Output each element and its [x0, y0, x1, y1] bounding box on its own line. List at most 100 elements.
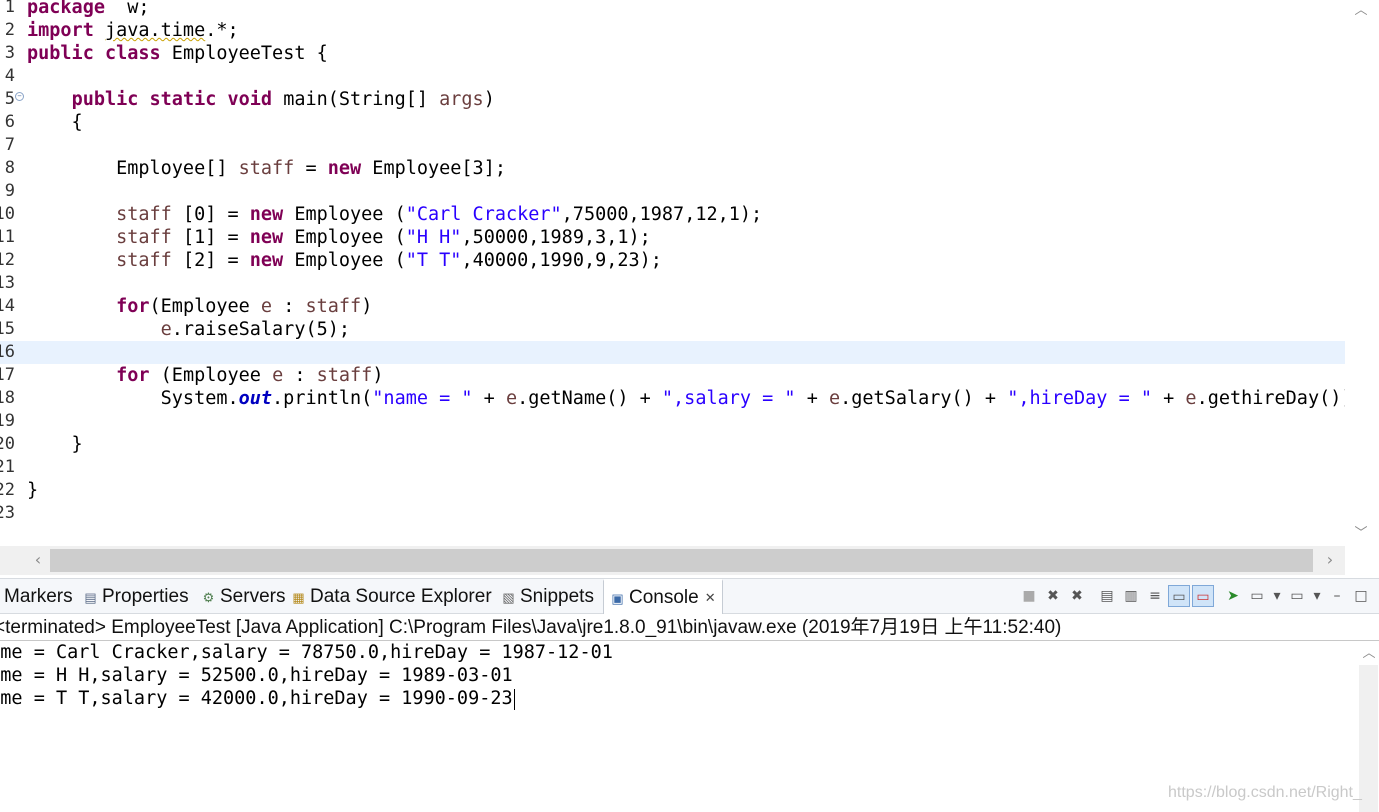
- keyword-token: import: [27, 20, 94, 41]
- tab-properties[interactable]: ▤ Properties: [83, 579, 188, 615]
- code-token: (Employee: [149, 296, 261, 317]
- code-line[interactable]: 10 staff [0] = new Employee ("Carl Crack…: [0, 203, 1345, 226]
- properties-icon: ▤: [84, 589, 97, 605]
- code-text: public static void main(String[] args): [27, 88, 495, 111]
- tab-servers[interactable]: ⚙ Servers: [201, 579, 286, 615]
- code-token: {: [27, 112, 83, 133]
- scroll-up-arrow-icon[interactable]: ︿: [1361, 646, 1377, 662]
- keyword-token: package: [27, 0, 105, 18]
- variable-token: e: [272, 365, 284, 386]
- variable-token: e: [828, 388, 841, 409]
- keyword-token: new: [327, 158, 362, 179]
- code-line[interactable]: 12 staff [2] = new Employee ("T T",40000…: [0, 249, 1345, 272]
- editor-horizontal-scrollbar[interactable]: ‹ ›: [0, 546, 1345, 575]
- minimize-icon[interactable]: –: [1326, 585, 1348, 607]
- code-line[interactable]: 8 Employee[] staff = new Employee[3];: [0, 157, 1345, 180]
- code-line[interactable]: 2 import java.time.*;: [0, 19, 1345, 42]
- show-on-stdout-icon[interactable]: ▭: [1168, 585, 1190, 607]
- close-icon[interactable]: ✕: [705, 590, 716, 606]
- code-line[interactable]: 4: [0, 65, 1345, 88]
- code-token: ): [361, 296, 373, 317]
- code-editor[interactable]: 1 package w; 2 import java.time.*; 3 public c…: [0, 0, 1379, 546]
- code-token: ,75000,1987,12,1);: [561, 204, 763, 225]
- code-text: {: [27, 111, 83, 134]
- code-line[interactable]: 9: [0, 180, 1345, 203]
- tab-data-source-explorer[interactable]: ▦ Data Source Explorer: [291, 579, 491, 615]
- remove-launch-icon[interactable]: ✖: [1042, 585, 1064, 607]
- display-selected-console-dropdown-icon[interactable]: ▾: [1270, 585, 1284, 607]
- open-console-dropdown-icon[interactable]: ▾: [1310, 585, 1324, 607]
- maximize-icon[interactable]: □: [1350, 585, 1372, 607]
- code-token: ): [483, 89, 495, 110]
- code-line[interactable]: 16: [0, 341, 1345, 364]
- keyword-token: new: [249, 204, 284, 225]
- display-selected-console-icon[interactable]: ▭: [1246, 585, 1268, 607]
- keyword-token: new: [249, 227, 284, 248]
- clear-console-icon[interactable]: ▤: [1096, 585, 1118, 607]
- terminate-icon[interactable]: ■: [1018, 585, 1040, 607]
- scroll-right-arrow-icon[interactable]: ›: [1322, 552, 1338, 568]
- console-output[interactable]: name = Carl Cracker,salary = 78750.0,hir…: [0, 641, 1358, 812]
- scroll-up-arrow-icon[interactable]: ︿: [1353, 3, 1369, 19]
- code-line[interactable]: 3 public class EmployeeTest {: [0, 42, 1345, 65]
- remove-all-terminated-icon[interactable]: ✖: [1066, 585, 1088, 607]
- code-line[interactable]: 14 for(Employee e : staff): [0, 295, 1345, 318]
- keyword-token: public: [71, 89, 139, 110]
- code-line[interactable]: 21: [0, 456, 1345, 479]
- tab-markers[interactable]: Markers: [0, 579, 73, 615]
- watermark: https://blog.csdn.net/Right_: [1168, 784, 1362, 801]
- pin-console-icon[interactable]: ➤: [1222, 585, 1244, 607]
- code-line[interactable]: 5− public static void main(String[] args…: [0, 88, 1345, 111]
- variable-token: staff: [116, 250, 172, 271]
- code-text: }: [27, 433, 83, 456]
- line-number: 4: [4, 66, 15, 86]
- code-line[interactable]: 18 System.out.println("name = " + e.getN…: [0, 387, 1364, 410]
- tab-label: Snippets: [520, 586, 594, 607]
- code-line[interactable]: 17 for (Employee e : staff): [0, 364, 1345, 387]
- tab-console[interactable]: ▣ Console ✕: [603, 579, 723, 615]
- code-line[interactable]: 20 }: [0, 433, 1345, 456]
- code-line[interactable]: 6 {: [0, 111, 1345, 134]
- code-line[interactable]: 19: [0, 410, 1345, 433]
- code-token: Employee[3];: [361, 158, 506, 179]
- code-line[interactable]: 22}: [0, 479, 1345, 502]
- code-token: ,40000,1990,9,23);: [461, 250, 662, 271]
- fold-toggle-icon[interactable]: −: [15, 92, 24, 101]
- code-token: EmployeeTest {: [160, 43, 328, 64]
- line-number: 12: [0, 250, 15, 270]
- code-text: package w;: [27, 0, 150, 19]
- line-number: 18: [0, 388, 15, 408]
- code-line[interactable]: 11 staff [1] = new Employee ("H H",50000…: [0, 226, 1345, 249]
- open-console-icon[interactable]: ▭: [1286, 585, 1308, 607]
- code-line[interactable]: 1 package w;: [0, 0, 1345, 19]
- code-token: java.time: [104, 20, 206, 41]
- horizontal-scroll-thumb[interactable]: [50, 549, 1313, 572]
- scroll-down-arrow-icon[interactable]: ﹀: [1353, 526, 1369, 542]
- show-on-stderr-icon[interactable]: ▭: [1192, 585, 1214, 607]
- code-token: .getSalary() +: [840, 388, 1008, 409]
- code-token: .println(: [272, 388, 373, 409]
- code-text: }: [27, 479, 38, 502]
- keyword-token: new: [249, 250, 284, 271]
- code-line[interactable]: 15 e.raiseSalary(5);: [0, 318, 1345, 341]
- keyword-token: void: [227, 89, 273, 110]
- code-line[interactable]: 23: [0, 502, 1345, 525]
- scroll-lock-icon[interactable]: ▥: [1120, 585, 1142, 607]
- code-token: .getName() +: [517, 388, 662, 409]
- code-line[interactable]: 7: [0, 134, 1345, 157]
- line-number: 15: [0, 319, 15, 339]
- string-token: "T T": [405, 250, 462, 271]
- word-wrap-icon[interactable]: ≡: [1144, 585, 1166, 607]
- scroll-left-arrow-icon[interactable]: ‹: [30, 552, 46, 568]
- variable-token: staff: [316, 365, 373, 386]
- tab-snippets[interactable]: ▧ Snippets: [501, 579, 594, 615]
- variable-token: staff: [116, 227, 172, 248]
- tab-label: Markers: [4, 586, 73, 607]
- code-token: :: [283, 365, 317, 386]
- editor-vertical-scrollbar[interactable]: ︿ ﹀: [1345, 0, 1379, 546]
- code-line[interactable]: 13: [0, 272, 1345, 295]
- field-token: out: [238, 388, 273, 409]
- code-token: .gethireDay());: [1196, 388, 1364, 409]
